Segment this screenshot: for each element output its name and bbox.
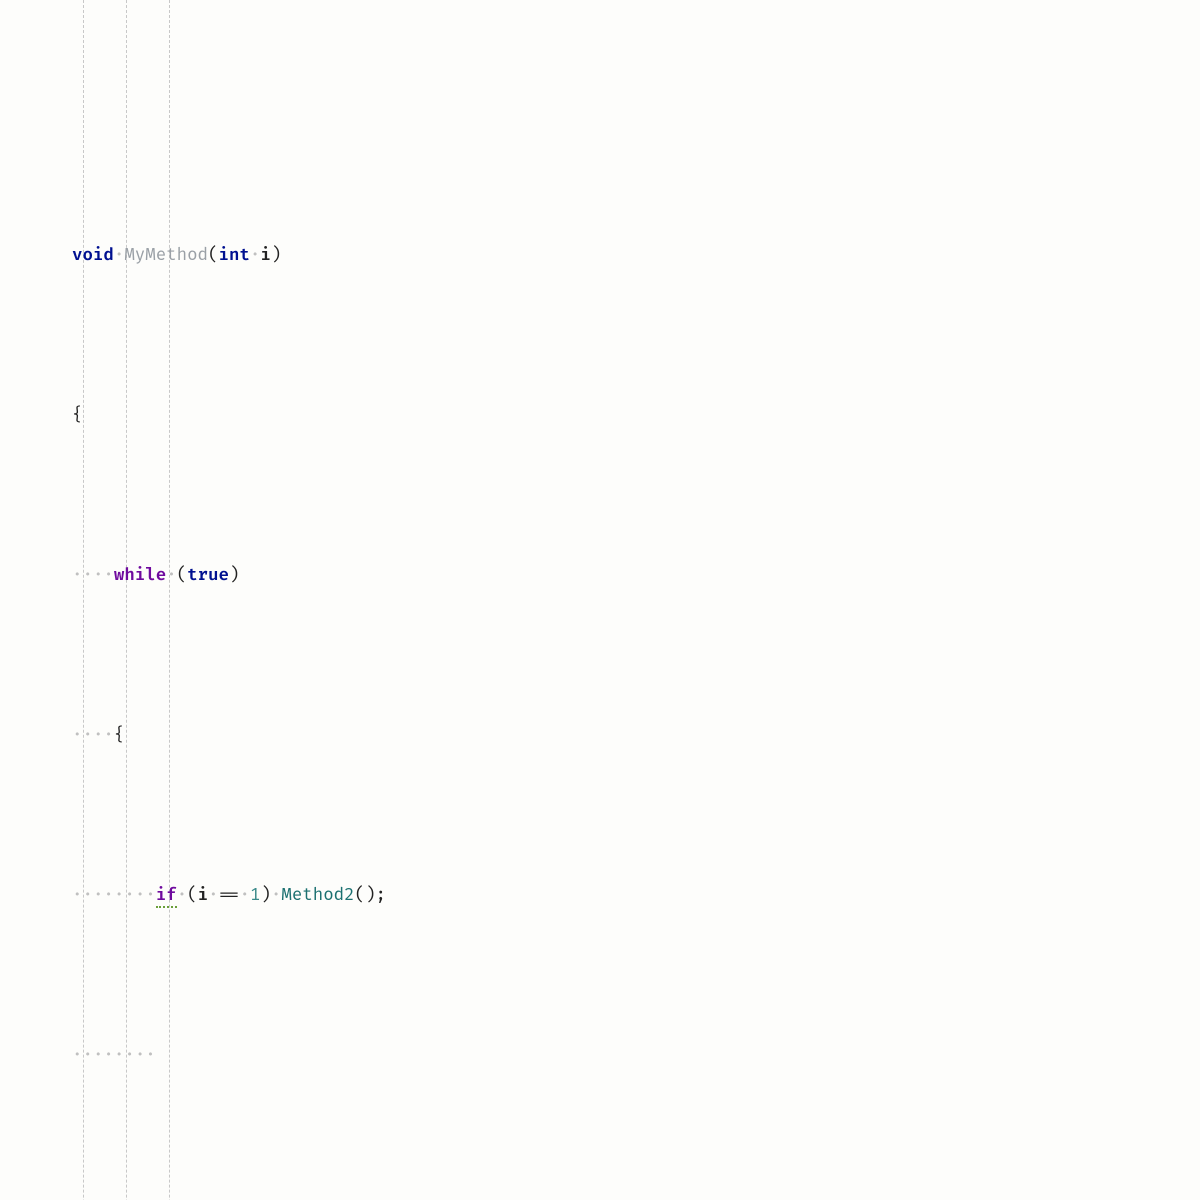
method-name: MyMethod <box>124 245 208 266</box>
whitespace-dot: · <box>114 245 124 266</box>
semicolon: ; <box>376 885 386 906</box>
code-line: ····while·(true) <box>72 560 1200 592</box>
identifier-i: i <box>260 245 270 266</box>
indent-guide <box>83 0 84 1200</box>
code-line: { <box>72 400 1200 432</box>
code-editor[interactable]: void·MyMethod(int·i) { ····while·(true) … <box>0 0 1200 1200</box>
keyword-while: while <box>114 565 166 586</box>
brace-open: { <box>114 725 124 746</box>
keyword-void: void <box>72 245 114 266</box>
identifier-i: i <box>198 885 208 906</box>
keyword-int: int <box>219 245 250 266</box>
paren-open: ( <box>208 245 218 266</box>
code-line: ····{ <box>72 720 1200 752</box>
number-1: 1 <box>250 885 260 906</box>
operator-eq: == <box>219 885 240 906</box>
indent-guide <box>126 0 127 1200</box>
code-line: ········ <box>72 1040 1200 1072</box>
keyword-if: if <box>156 885 177 908</box>
whitespace-dot: · <box>250 245 260 266</box>
method-call: Method2 <box>281 885 354 906</box>
paren-close: ) <box>271 245 281 266</box>
code-line: void·MyMethod(int·i) <box>72 240 1200 272</box>
brace-open: { <box>72 405 82 426</box>
code-line: ········if·(i·==·1)·Method2(); <box>72 880 1200 912</box>
indent-guide <box>169 0 170 1200</box>
keyword-true: true <box>187 565 229 586</box>
